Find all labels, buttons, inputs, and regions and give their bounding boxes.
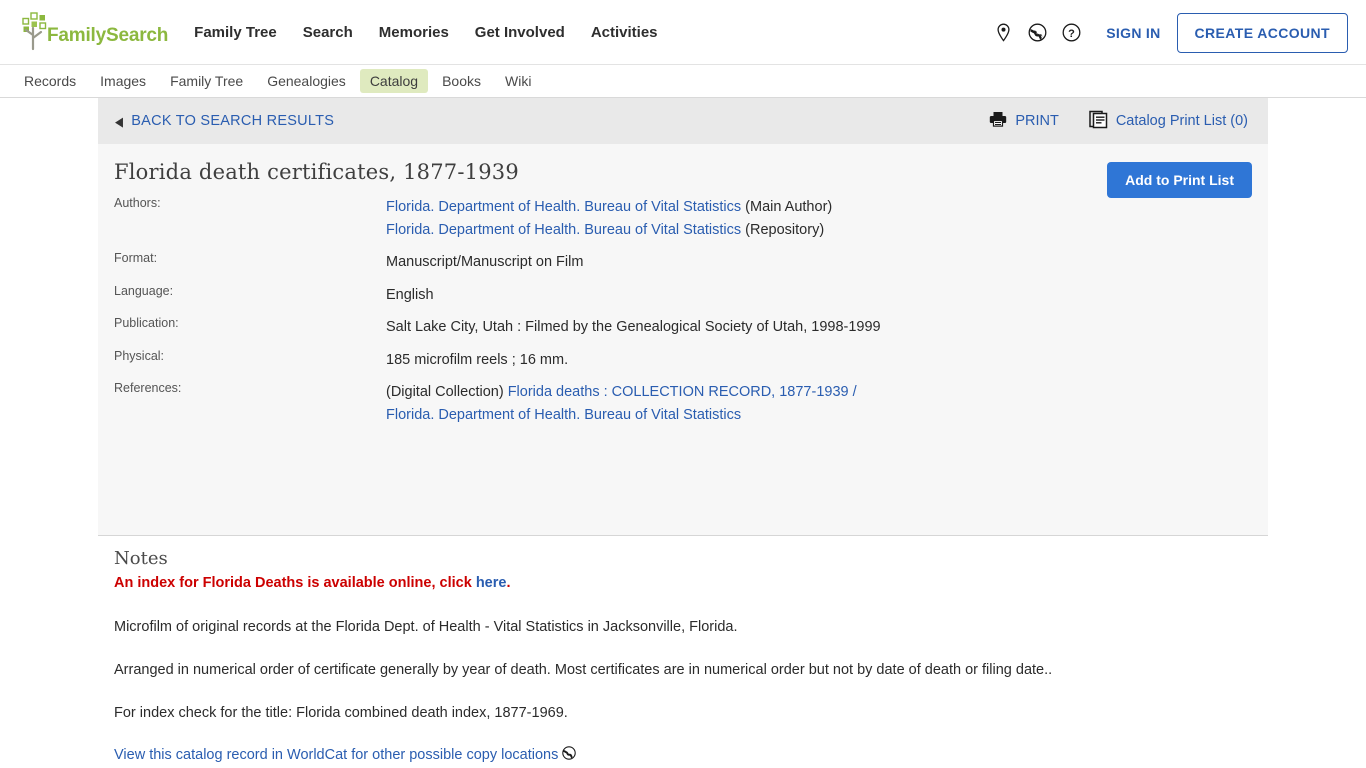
subnav-item-catalog[interactable]: Catalog (359, 69, 429, 93)
field-value-format: Manuscript/Manuscript on Film (386, 254, 584, 270)
site-header: FamilySearch Family Tree Search Memories… (0, 0, 1366, 65)
field-value-physical: 185 microfilm reels ; 16 mm. (386, 351, 569, 368)
record-details-table: Authors: Florida. Department of Health. … (114, 196, 894, 436)
print-tools: PRINT Catalog Print List (0) (989, 98, 1248, 144)
worldcat-link[interactable]: View this catalog record in WorldCat for… (114, 746, 577, 764)
notes-paragraph-3: For index check for the title: Florida c… (114, 705, 568, 721)
brand-name: FamilySearch (47, 24, 169, 46)
nav-item-activities[interactable]: Activities (591, 24, 658, 41)
notes-alert-text: An index for Florida Deaths is available… (114, 575, 476, 591)
notes-alert-period: . (506, 575, 511, 591)
page-body: ◀ BACK TO SEARCH RESULTS PRINT Catalog P… (0, 98, 1366, 766)
print-button[interactable]: PRINT (989, 111, 1059, 131)
notes-paragraph-1: Microfilm of original records at the Flo… (114, 619, 738, 635)
subnav-item-images[interactable]: Images (90, 69, 156, 93)
subnav-item-wiki[interactable]: Wiki (495, 69, 541, 93)
nav-item-family-tree[interactable]: Family Tree (194, 24, 277, 41)
add-to-print-list-button[interactable]: Add to Print List (1107, 162, 1252, 198)
back-bar: ◀ BACK TO SEARCH RESULTS PRINT Catalog P… (98, 98, 1268, 144)
field-label-language: Language: (114, 283, 174, 298)
author-link-main[interactable]: Florida. Department of Health. Bureau of… (386, 199, 741, 215)
help-circle-icon[interactable]: ? (1054, 16, 1088, 50)
nav-item-search[interactable]: Search (303, 24, 353, 41)
references-prefix: (Digital Collection) (386, 384, 508, 400)
location-pin-icon[interactable] (986, 16, 1020, 50)
field-value-references: (Digital Collection) Florida deaths : CO… (386, 381, 894, 436)
field-label-references: References: (114, 381, 182, 395)
page-title: Florida death certificates, 1877-1939 (114, 160, 519, 184)
field-value-publication: Salt Lake City, Utah : Filmed by the Gen… (386, 319, 881, 335)
chevron-left-icon: ◀ (115, 113, 124, 129)
subnav-item-family-tree[interactable]: Family Tree (160, 69, 253, 93)
subnav-item-books[interactable]: Books (432, 69, 491, 93)
back-to-search-results-label: BACK TO SEARCH RESULTS (131, 113, 335, 129)
notes-paragraph-2: Arranged in numerical order of certifica… (114, 662, 1053, 678)
secondary-nav: Records Images Family Tree Genealogies C… (0, 65, 1366, 98)
back-to-search-results-link[interactable]: ◀ BACK TO SEARCH RESULTS (114, 113, 334, 129)
notes-heading: Notes (114, 548, 168, 569)
external-globe-icon (562, 746, 577, 764)
print-label: PRINT (1015, 113, 1059, 129)
table-row-publication: Publication: Salt Lake City, Utah : Film… (114, 316, 894, 349)
subnav-item-records[interactable]: Records (14, 69, 86, 93)
field-value-language: English (386, 286, 434, 303)
author-link-repository[interactable]: Florida. Department of Health. Bureau of… (386, 222, 741, 238)
notes-section: Notes An index for Florida Deaths is ava… (98, 536, 1268, 764)
author-role-repository: (Repository) (741, 221, 825, 238)
table-row-authors: Authors: Florida. Department of Health. … (114, 196, 894, 251)
catalog-print-list-button[interactable]: Catalog Print List (0) (1089, 110, 1248, 133)
table-row-references: References: (Digital Collection) Florida… (114, 381, 894, 436)
sign-in-link[interactable]: SIGN IN (1106, 25, 1160, 41)
field-label-publication: Publication: (114, 316, 179, 330)
create-account-button[interactable]: CREATE ACCOUNT (1176, 12, 1348, 53)
svg-text:?: ? (1068, 28, 1075, 40)
record-metadata-panel: Florida death certificates, 1877-1939 Ad… (98, 144, 1268, 536)
notes-alert: An index for Florida Deaths is available… (114, 573, 1252, 593)
subnav-item-genealogies[interactable]: Genealogies (257, 69, 356, 93)
worldcat-link-label: View this catalog record in WorldCat for… (114, 747, 559, 763)
catalog-record-content: ◀ BACK TO SEARCH RESULTS PRINT Catalog P… (98, 98, 1268, 764)
field-label-format: Format: (114, 251, 158, 265)
header-actions: ? SIGN IN CREATE ACCOUNT (986, 0, 1348, 65)
table-row-format: Format: Manuscript/Manuscript on Film (114, 251, 894, 284)
table-row-language: Language: English (114, 284, 894, 317)
nav-item-get-involved[interactable]: Get Involved (475, 24, 565, 41)
familysearch-logo[interactable]: FamilySearch (18, 12, 168, 52)
primary-nav: Family Tree Search Memories Get Involved… (194, 24, 657, 41)
field-label-authors: Authors: (114, 196, 161, 210)
field-value-authors: Florida. Department of Health. Bureau of… (386, 196, 894, 251)
globe-icon[interactable] (1020, 16, 1054, 50)
nav-item-memories[interactable]: Memories (379, 24, 449, 41)
field-label-physical: Physical: (114, 348, 165, 363)
document-list-icon (1089, 110, 1108, 133)
author-role-main: (Main Author) (741, 199, 833, 215)
catalog-print-list-label: Catalog Print List (0) (1115, 113, 1248, 129)
table-row-physical: Physical: 185 microfilm reels ; 16 mm. (114, 349, 894, 382)
notes-alert-here-link[interactable]: here (476, 575, 507, 591)
printer-icon (989, 111, 1007, 131)
